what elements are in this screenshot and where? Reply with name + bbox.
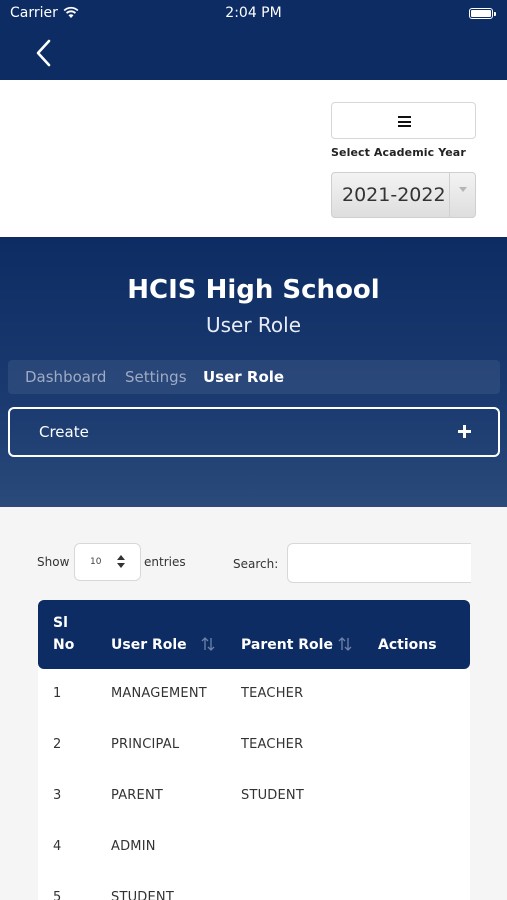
academic-year-label: Select Academic Year xyxy=(331,146,466,159)
cell-sl-no: 3 xyxy=(53,788,62,803)
cell-parent-role: STUDENT xyxy=(241,788,304,803)
cell-user-role: ADMIN xyxy=(111,839,156,854)
entries-value: 10 xyxy=(90,557,102,567)
cell-sl-no: 1 xyxy=(53,686,62,701)
sort-icon[interactable] xyxy=(200,636,216,652)
up-down-arrows-icon xyxy=(117,555,125,569)
battery-icon xyxy=(469,8,496,19)
breadcrumb-user-role: User Role xyxy=(203,368,285,386)
create-button[interactable]: Create xyxy=(8,407,500,457)
entries-label: entries xyxy=(144,555,186,569)
table-row: 4 ADMIN xyxy=(38,839,470,890)
sort-icon[interactable] xyxy=(337,636,353,652)
cell-user-role: MANAGEMENT xyxy=(111,686,207,701)
academic-year-panel: Select Academic Year 2021-2022 xyxy=(0,80,507,237)
column-header-parent-role[interactable]: Parent Role xyxy=(241,637,333,653)
entries-select[interactable]: 10 xyxy=(74,543,141,581)
page-title: User Role xyxy=(205,313,302,337)
column-header-no: No xyxy=(53,637,75,653)
plus-icon xyxy=(458,425,471,438)
page-header: HCIS High School User Role Dashboard Set… xyxy=(0,237,507,507)
user-role-table: Sl No User Role Parent Role Actions 1 MA… xyxy=(38,600,470,900)
table-row: 1 MANAGEMENT TEACHER xyxy=(38,686,470,737)
clock: 2:04 PM xyxy=(225,5,282,21)
show-label: Show xyxy=(37,555,70,569)
academic-year-value: 2021-2022 xyxy=(342,184,446,206)
status-bar: Carrier 2:04 PM xyxy=(0,0,507,28)
chevron-down-icon xyxy=(459,187,467,192)
navigation-bar xyxy=(0,28,507,80)
table-row: 3 PARENT STUDENT xyxy=(38,788,470,839)
table-section: Show 10 entries Search: Sl No User Role … xyxy=(0,507,507,900)
cell-parent-role: TEACHER xyxy=(241,737,304,752)
cell-sl-no: 5 xyxy=(53,890,62,900)
cell-parent-role: TEACHER xyxy=(241,686,304,701)
hamburger-menu-icon xyxy=(398,116,411,127)
cell-user-role: STUDENT xyxy=(111,890,174,900)
chevron-left-icon[interactable] xyxy=(30,38,58,68)
column-header-sl: Sl xyxy=(53,615,68,631)
cell-user-role: PRINCIPAL xyxy=(111,737,180,752)
breadcrumb-dashboard[interactable]: Dashboard xyxy=(25,368,106,386)
table-row: 2 PRINCIPAL TEACHER xyxy=(38,737,470,788)
academic-year-select[interactable]: 2021-2022 xyxy=(331,172,476,218)
create-label: Create xyxy=(39,423,89,441)
menu-button[interactable] xyxy=(331,102,476,139)
search-label: Search: xyxy=(233,557,279,571)
cell-sl-no: 2 xyxy=(53,737,62,752)
school-name: HCIS High School xyxy=(127,275,380,305)
table-row: 5 STUDENT xyxy=(38,890,470,900)
breadcrumb: Dashboard Settings User Role xyxy=(8,360,500,394)
dropdown-toggle[interactable] xyxy=(449,173,475,217)
table-header: Sl No User Role Parent Role Actions xyxy=(38,600,470,669)
search-input[interactable] xyxy=(287,543,471,583)
cell-user-role: PARENT xyxy=(111,788,164,803)
cell-sl-no: 4 xyxy=(53,839,62,854)
breadcrumb-settings[interactable]: Settings xyxy=(125,368,187,386)
column-header-user-role[interactable]: User Role xyxy=(111,637,187,653)
column-header-actions: Actions xyxy=(378,637,437,653)
